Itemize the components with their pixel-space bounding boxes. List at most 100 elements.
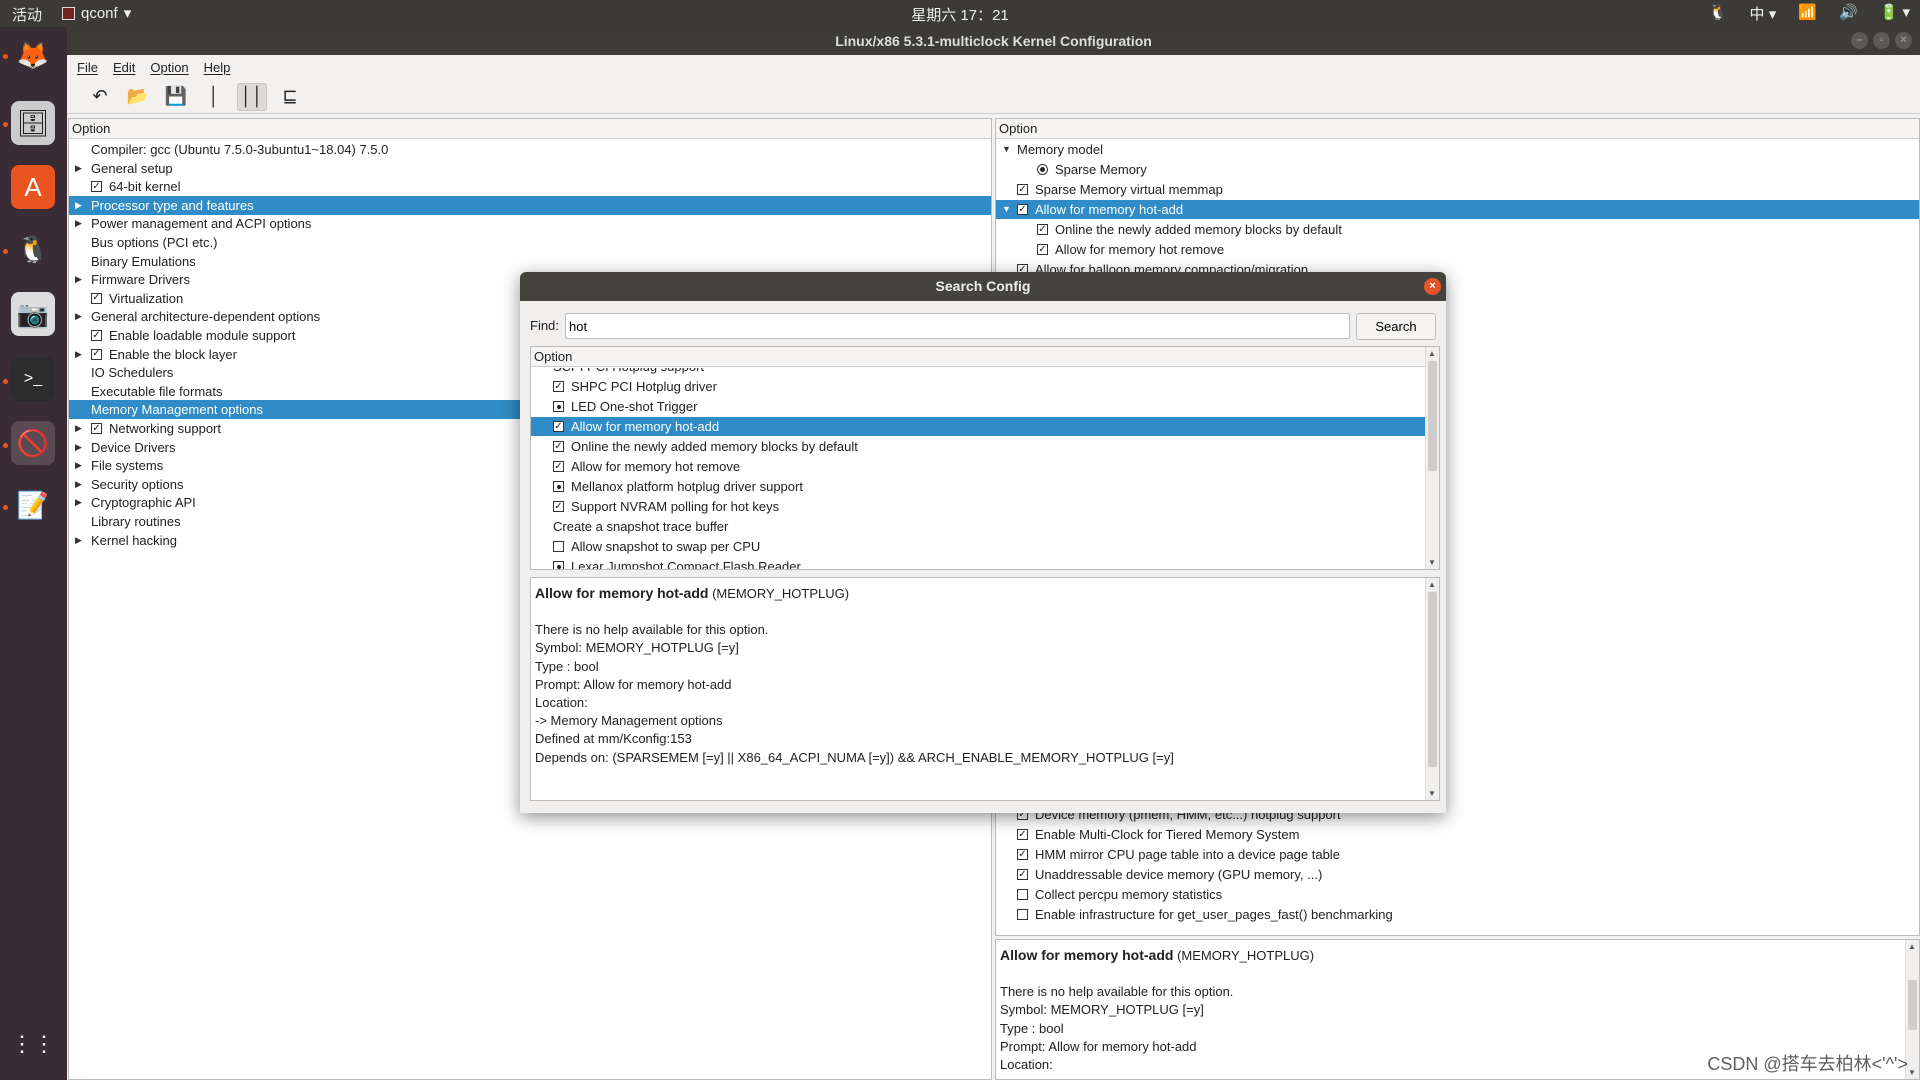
- activities-button[interactable]: 活动: [12, 4, 42, 25]
- checkbox[interactable]: ✓: [553, 421, 564, 432]
- list-item[interactable]: Lexar Jumpshot Compact Flash Reader: [531, 557, 1425, 569]
- checkbox[interactable]: ✓: [1017, 204, 1028, 215]
- search-button[interactable]: Search: [1356, 313, 1436, 340]
- checkbox[interactable]: ✓: [553, 461, 564, 472]
- expand-down-icon[interactable]: ▼: [1002, 140, 1011, 159]
- expand-right-icon[interactable]: ▶: [75, 214, 82, 233]
- dialog-close-icon[interactable]: ×: [1424, 278, 1441, 295]
- checkbox[interactable]: [553, 401, 564, 412]
- expand-right-icon[interactable]: ▶: [75, 307, 82, 326]
- list-item[interactable]: ✓ Allow for memory hot-add: [531, 417, 1425, 436]
- expand-right-icon[interactable]: ▶: [75, 531, 82, 550]
- checkbox[interactable]: [553, 561, 564, 569]
- list-item[interactable]: Enable infrastructure for get_user_pages…: [996, 905, 1919, 924]
- expand-right-icon[interactable]: ▶: [75, 196, 82, 215]
- minimize-button[interactable]: –: [1851, 32, 1868, 49]
- list-item[interactable]: ✓ HMM mirror CPU page table into a device…: [996, 845, 1919, 864]
- checkbox[interactable]: ✓: [553, 381, 564, 392]
- checkbox[interactable]: ✓: [91, 423, 102, 434]
- volume-icon[interactable]: 🔊: [1839, 3, 1858, 24]
- menu-help[interactable]: Help: [204, 60, 231, 75]
- list-item[interactable]: ▶ Power management and ACPI options: [69, 214, 991, 233]
- list-item[interactable]: Bus options (PCI etc.): [69, 233, 991, 252]
- list-item[interactable]: ▶ Processor type and features: [69, 195, 991, 215]
- checkbox[interactable]: ✓: [91, 181, 102, 193]
- expand-right-icon[interactable]: ▶: [75, 456, 82, 475]
- list-item[interactable]: ✓ 64-bit kernel: [69, 177, 991, 196]
- checkbox[interactable]: ✓: [1037, 224, 1048, 235]
- radio-button[interactable]: [1037, 164, 1048, 175]
- list-item[interactable]: ✓ Support NVRAM polling for hot keys: [531, 497, 1425, 516]
- list-item[interactable]: ✓ Unaddressable device memory (GPU memory…: [996, 865, 1919, 884]
- undo-icon[interactable]: ↶: [85, 83, 115, 111]
- list-item[interactable]: ✓ Online the newly added memory blocks by…: [531, 437, 1425, 456]
- checkbox[interactable]: ✓: [91, 330, 102, 341]
- list-item[interactable]: Sparse Memory: [996, 160, 1919, 179]
- list-item[interactable]: Compiler: gcc (Ubuntu 7.5.0-3ubuntu1~18.…: [69, 140, 991, 159]
- maximize-button[interactable]: ▫: [1873, 32, 1890, 49]
- list-item[interactable]: Allow snapshot to swap per CPU: [531, 537, 1425, 556]
- show-apps-icon[interactable]: ⋮⋮: [11, 1022, 55, 1066]
- list-item[interactable]: Create a snapshot trace buffer: [531, 517, 1425, 536]
- input-method-indicator[interactable]: 中 ▾: [1750, 3, 1777, 24]
- files-icon[interactable]: 🗄: [11, 101, 55, 145]
- checkbox[interactable]: ✓: [91, 292, 102, 304]
- app-menu[interactable]: qconf ▾: [62, 4, 131, 22]
- checkbox[interactable]: ✓: [1017, 829, 1028, 840]
- qconf-dock-icon[interactable]: 🚫: [11, 421, 55, 465]
- close-button[interactable]: ×: [1895, 32, 1912, 49]
- checkbox[interactable]: [1017, 889, 1028, 900]
- camera-icon[interactable]: 📷: [11, 292, 55, 336]
- checkbox[interactable]: ✓: [91, 348, 102, 360]
- list-item[interactable]: Collect percpu memory statistics: [996, 885, 1919, 904]
- open-folder-icon[interactable]: 📂: [123, 83, 153, 111]
- menu-option[interactable]: Option: [150, 60, 188, 75]
- terminal-icon[interactable]: >_: [11, 357, 55, 401]
- list-item[interactable]: ✓ Enable Multi-Clock for Tiered Memory Sy…: [996, 825, 1919, 844]
- software-center-icon[interactable]: A: [11, 165, 55, 209]
- checkbox[interactable]: ✓: [553, 501, 564, 512]
- expand-right-icon[interactable]: ▶: [75, 493, 82, 512]
- list-item[interactable]: ▼ ✓ Allow for memory hot-add: [996, 200, 1919, 219]
- text-editor-icon[interactable]: 📝: [11, 483, 55, 527]
- save-icon[interactable]: 💾: [161, 83, 191, 111]
- clock[interactable]: 星期六 17：21: [0, 4, 1920, 25]
- checkbox[interactable]: [553, 541, 564, 552]
- checkbox[interactable]: ✓: [553, 441, 564, 452]
- battery-icon[interactable]: 🔋 ▾: [1880, 3, 1910, 24]
- qq-icon[interactable]: 🐧: [11, 227, 55, 271]
- list-item[interactable]: ✓ Allow for memory hot remove: [531, 457, 1425, 476]
- expand-right-icon[interactable]: ▶: [75, 159, 82, 178]
- full-view-icon[interactable]: ⊑: [275, 83, 305, 111]
- expand-down-icon[interactable]: ▼: [1002, 200, 1011, 219]
- expand-right-icon[interactable]: ▶: [75, 475, 82, 494]
- list-item[interactable]: Mellanox platform hotplug driver support: [531, 477, 1425, 496]
- checkbox[interactable]: [553, 481, 564, 492]
- single-view-icon[interactable]: │: [199, 83, 229, 111]
- checkbox[interactable]: [1017, 909, 1028, 920]
- menu-file[interactable]: File: [77, 60, 98, 75]
- split-view-icon[interactable]: ││: [237, 82, 267, 111]
- expand-right-icon[interactable]: ▶: [75, 419, 82, 438]
- list-item[interactable]: Binary Emulations: [69, 252, 991, 271]
- list-item-partial[interactable]: SCPI PCI Hotplug support: [531, 368, 1425, 376]
- find-input[interactable]: [565, 313, 1350, 339]
- help-scrollbar[interactable]: ▲ ▼: [1425, 578, 1439, 800]
- list-item[interactable]: ✓ Sparse Memory virtual memmap: [996, 180, 1919, 199]
- menu-edit[interactable]: Edit: [113, 60, 135, 75]
- checkbox[interactable]: ✓: [1017, 849, 1028, 860]
- checkbox[interactable]: ✓: [1017, 184, 1028, 195]
- list-item[interactable]: ✓ Allow for memory hot remove: [996, 240, 1919, 259]
- checkbox[interactable]: ✓: [1017, 869, 1028, 880]
- qq-tray-icon[interactable]: 🐧: [1709, 3, 1728, 24]
- list-item[interactable]: ✓ Online the newly added memory blocks by…: [996, 220, 1919, 239]
- list-item[interactable]: ▼ Memory model: [996, 140, 1919, 159]
- firefox-icon[interactable]: 🦊: [11, 33, 55, 77]
- expand-right-icon[interactable]: ▶: [75, 438, 82, 457]
- list-item[interactable]: ✓ SHPC PCI Hotplug driver: [531, 377, 1425, 396]
- list-item[interactable]: LED One-shot Trigger: [531, 397, 1425, 416]
- expand-right-icon[interactable]: ▶: [75, 270, 82, 289]
- results-scrollbar[interactable]: ▲ ▼: [1425, 347, 1439, 569]
- checkbox[interactable]: ✓: [1037, 244, 1048, 255]
- expand-right-icon[interactable]: ▶: [75, 345, 82, 364]
